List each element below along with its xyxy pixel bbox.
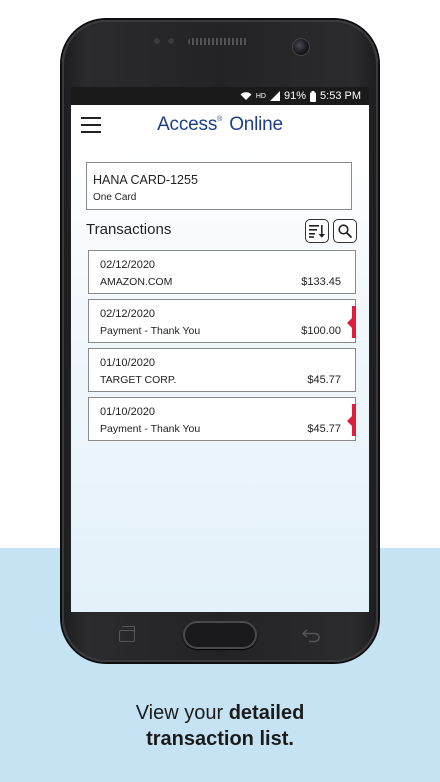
transactions-title: Transactions bbox=[86, 221, 172, 238]
front-camera-icon bbox=[292, 38, 310, 56]
app-logo: Access® Online bbox=[157, 114, 283, 135]
transaction-row[interactable]: 02/12/2020 AMAZON.COM $133.45 bbox=[88, 250, 356, 294]
transaction-date: 02/12/2020 bbox=[100, 308, 156, 320]
card-selector[interactable]: HANA CARD-1255 One Card bbox=[86, 162, 352, 210]
hd-indicator: HD bbox=[255, 92, 266, 100]
transaction-row[interactable]: 02/12/2020 Payment - Thank You $100.00 bbox=[88, 299, 356, 343]
main-content: HANA CARD-1255 One Card Transactions 02/… bbox=[71, 147, 369, 612]
phone-screen: HD 91% 5:53 PM Access® Online HANA CARD-… bbox=[71, 87, 369, 612]
caption-line-1: View your detailed bbox=[135, 702, 305, 724]
sort-button[interactable] bbox=[305, 219, 329, 243]
sensor-icon bbox=[154, 38, 160, 44]
status-bar: HD 91% 5:53 PM bbox=[71, 87, 369, 105]
transaction-amount: $45.77 bbox=[307, 423, 341, 435]
earpiece-speaker bbox=[188, 38, 248, 45]
payment-flag-icon bbox=[347, 306, 356, 338]
promo-caption: View your detailed transaction list. bbox=[0, 700, 440, 752]
caption-line-2: transaction list. bbox=[146, 728, 294, 750]
signal-icon bbox=[270, 91, 280, 101]
search-button[interactable] bbox=[333, 219, 357, 243]
recent-apps-icon[interactable] bbox=[119, 626, 135, 642]
sort-icon bbox=[309, 225, 325, 238]
transaction-amount: $45.77 bbox=[307, 374, 341, 386]
wifi-icon bbox=[240, 92, 252, 100]
transaction-amount: $133.45 bbox=[301, 276, 341, 288]
hardware-nav-bar bbox=[62, 618, 378, 654]
home-button[interactable] bbox=[183, 621, 257, 649]
battery-percent: 91% bbox=[284, 90, 307, 102]
transaction-row[interactable]: 01/10/2020 TARGET CORP. $45.77 bbox=[88, 348, 356, 392]
card-name: HANA CARD-1255 bbox=[93, 173, 198, 187]
battery-icon bbox=[310, 90, 317, 102]
transaction-description: TARGET CORP. bbox=[100, 374, 177, 386]
transaction-description: AMAZON.COM bbox=[100, 276, 173, 288]
phone-frame: HD 91% 5:53 PM Access® Online HANA CARD-… bbox=[62, 20, 378, 662]
back-icon[interactable] bbox=[302, 627, 322, 643]
transaction-description: Payment - Thank You bbox=[100, 423, 201, 435]
search-icon bbox=[338, 224, 352, 238]
transaction-date: 02/12/2020 bbox=[100, 259, 156, 271]
transaction-description: Payment - Thank You bbox=[100, 325, 201, 337]
transaction-date: 01/10/2020 bbox=[100, 357, 156, 369]
card-type: One Card bbox=[93, 192, 137, 203]
app-header: Access® Online bbox=[71, 105, 369, 148]
sensor-icon bbox=[168, 38, 174, 44]
transaction-date: 01/10/2020 bbox=[100, 406, 156, 418]
transaction-row[interactable]: 01/10/2020 Payment - Thank You $45.77 bbox=[88, 397, 356, 441]
payment-flag-icon bbox=[347, 404, 356, 436]
clock: 5:53 PM bbox=[320, 90, 361, 102]
transaction-amount: $100.00 bbox=[301, 325, 341, 337]
transaction-list: 02/12/2020 AMAZON.COM $133.45 02/12/2020… bbox=[88, 250, 356, 446]
